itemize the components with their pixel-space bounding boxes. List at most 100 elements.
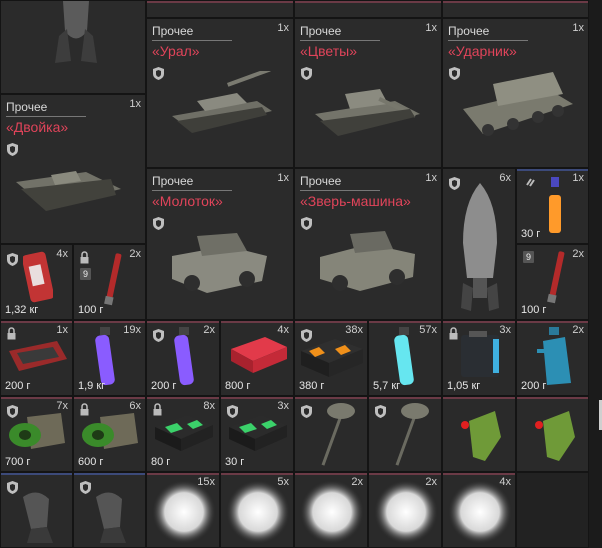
category-label: Прочее bbox=[300, 174, 342, 188]
inventory-tile-bottle[interactable]: 2x 200 г bbox=[516, 320, 589, 396]
link-icon bbox=[526, 178, 535, 187]
inventory-tile-small-bomb-2[interactable] bbox=[73, 472, 146, 548]
vehicle-tile-tsvety[interactable]: Прочее 1x «Цветы» bbox=[294, 18, 442, 168]
purple-tube-image bbox=[95, 327, 115, 386]
item-weight: 200 г bbox=[5, 380, 31, 392]
category-label: Прочее bbox=[152, 24, 194, 38]
category-label: Прочее bbox=[300, 24, 342, 38]
item-count: 4x bbox=[56, 248, 68, 260]
shield-icon bbox=[153, 217, 164, 230]
red-box-image bbox=[231, 337, 287, 373]
item-count: 1x bbox=[277, 172, 289, 184]
red-stick-image bbox=[104, 253, 122, 306]
item-weight: 1,9 кг bbox=[78, 380, 106, 392]
category-label: Прочее bbox=[6, 100, 48, 114]
item-count: 1x bbox=[572, 22, 584, 34]
item-weight: 80 г bbox=[151, 456, 171, 468]
inventory-tile-battery[interactable]: 3x 1,05 кг bbox=[442, 320, 516, 396]
item-weight: 1,32 кг bbox=[5, 304, 39, 316]
inventory-tile-red-box[interactable]: 4x 800 г bbox=[220, 320, 294, 396]
humvee-image bbox=[172, 233, 267, 293]
inventory-tile-top-bomb[interactable] bbox=[0, 0, 146, 94]
inventory-tile-smoke-5[interactable]: 4x bbox=[442, 472, 516, 548]
lock-icon bbox=[80, 251, 89, 264]
vehicle-name: «Цветы» bbox=[300, 43, 358, 59]
aerial-bomb-image bbox=[461, 183, 499, 311]
inventory-tile-green-case-2[interactable]: 3x 30 г bbox=[220, 396, 294, 472]
shield-icon bbox=[7, 253, 18, 266]
item-weight: 5,7 кг bbox=[373, 380, 401, 392]
inventory-tile-smoke-2[interactable]: 5x bbox=[220, 472, 294, 548]
purple-tube-image bbox=[174, 327, 194, 386]
inventory-tile-grenade-launcher-1[interactable] bbox=[294, 396, 368, 472]
item-count: 2x bbox=[203, 324, 215, 336]
inventory-tile-purple-tube-1[interactable]: 19x 1,9 кг bbox=[73, 320, 146, 396]
item-count: 1x bbox=[425, 22, 437, 34]
inventory-tile-green-mine-2[interactable] bbox=[516, 396, 589, 472]
item-count: 1x bbox=[56, 324, 68, 336]
inventory-tile-cyan-tube[interactable]: 57x 5,7 кг bbox=[368, 320, 442, 396]
vehicle-name: «Молоток» bbox=[152, 193, 223, 209]
inventory-tile-red-case[interactable]: 1x 200 г bbox=[0, 320, 73, 396]
green-crate-image bbox=[9, 413, 65, 449]
bottle-image bbox=[537, 327, 571, 385]
small-bomb-image bbox=[96, 492, 126, 543]
inventory-tile-partial[interactable] bbox=[146, 0, 294, 18]
item-count: 19x bbox=[123, 324, 141, 336]
green-crate-image bbox=[82, 413, 138, 449]
green-case-image bbox=[155, 415, 213, 451]
inventory-tile-green-crate-2[interactable]: 6x 600 г bbox=[73, 396, 146, 472]
vehicle-tile-zver[interactable]: Прочее 1x «Зверь-машина» bbox=[294, 168, 442, 320]
inventory-tile-red-stick[interactable]: 9 2x 100 г bbox=[73, 244, 146, 320]
item-count: 57x bbox=[419, 324, 437, 336]
inventory-tile-green-mine-1[interactable] bbox=[442, 396, 516, 472]
item-weight: 380 г bbox=[299, 380, 325, 392]
smoke-cloud-image bbox=[226, 480, 290, 544]
artillery-image bbox=[315, 89, 420, 136]
vehicle-name: «Зверь-машина» bbox=[300, 193, 411, 209]
vehicle-name: «Ударник» bbox=[448, 43, 517, 59]
vehicle-tile-dvoika[interactable]: Прочее 1x «Двойка» bbox=[0, 94, 146, 244]
item-count: 1x bbox=[277, 22, 289, 34]
inventory-tile-red-stick-2[interactable]: 9 2x 100 г bbox=[516, 244, 589, 320]
smoke-cloud-image bbox=[374, 480, 438, 544]
item-weight: 100 г bbox=[78, 304, 104, 316]
vehicle-tile-molotok[interactable]: Прочее 1x «Молоток» bbox=[146, 168, 294, 320]
small-bomb-image bbox=[23, 492, 53, 543]
inventory-tile-partial[interactable] bbox=[294, 0, 442, 18]
inventory-tile-bomb[interactable]: 6x bbox=[442, 168, 516, 320]
red-case-image bbox=[9, 341, 67, 371]
item-weight: 200 г bbox=[151, 380, 177, 392]
shield-icon bbox=[153, 329, 164, 342]
inventory-tile-purple-tube-2[interactable]: 2x 200 г bbox=[146, 320, 220, 396]
inventory-tile-partial[interactable] bbox=[442, 0, 589, 18]
inventory-tile-orange-crate[interactable]: 38x 380 г bbox=[294, 320, 368, 396]
inventory-tile-green-crate-1[interactable]: 7x 700 г bbox=[0, 396, 73, 472]
bomb-image bbox=[55, 1, 97, 63]
green-case-image bbox=[229, 415, 287, 451]
rocket-launcher-image bbox=[463, 72, 573, 136]
inventory-tile-green-case-1[interactable]: 8x 80 г bbox=[146, 396, 220, 472]
apc-image bbox=[16, 171, 121, 211]
vehicle-name: «Урал» bbox=[152, 43, 200, 59]
battery-image bbox=[461, 331, 499, 377]
vehicle-tile-udarnik[interactable]: Прочее 1x «Ударник» bbox=[442, 18, 589, 168]
item-count: 1x bbox=[129, 98, 141, 110]
tank-image bbox=[172, 71, 272, 133]
item-weight: 800 г bbox=[225, 380, 251, 392]
inventory-tile-can[interactable]: 4x 1,32 кг bbox=[0, 244, 73, 320]
inventory-tile-empty[interactable] bbox=[516, 472, 589, 548]
inventory-tile-smoke-3[interactable]: 2x bbox=[294, 472, 368, 548]
inventory-tile-orange-stick[interactable]: 1x 30 г bbox=[516, 168, 589, 244]
shield-icon bbox=[153, 67, 164, 80]
orange-crate-image bbox=[301, 339, 363, 377]
vehicle-tile-ural[interactable]: Прочее 1x «Урал» bbox=[146, 18, 294, 168]
item-weight: 600 г bbox=[78, 456, 104, 468]
inventory-tile-smoke-1[interactable]: 15x bbox=[146, 472, 220, 548]
armored-car-image bbox=[320, 231, 415, 291]
inventory-tile-smoke-4[interactable]: 2x bbox=[368, 472, 442, 548]
orange-stick-image bbox=[549, 177, 561, 233]
item-count: 2x bbox=[572, 248, 584, 260]
inventory-tile-grenade-launcher-2[interactable] bbox=[368, 396, 442, 472]
inventory-tile-small-bomb-1[interactable] bbox=[0, 472, 73, 548]
